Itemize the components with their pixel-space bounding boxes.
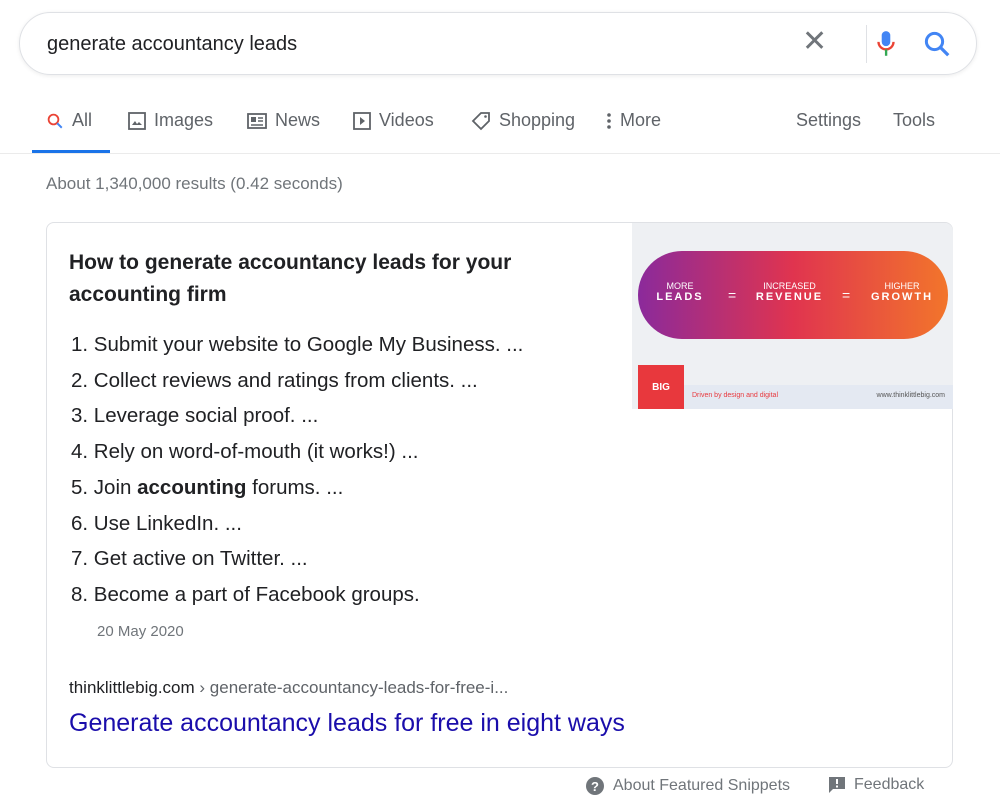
- microphone-icon[interactable]: [872, 29, 900, 59]
- tab-label: Shopping: [499, 110, 576, 130]
- feedback-button[interactable]: Feedback: [828, 776, 924, 794]
- list-item: 6. Use LinkedIn. ...: [71, 511, 242, 535]
- settings-link[interactable]: Settings: [796, 110, 861, 131]
- svg-text:?: ?: [591, 779, 599, 794]
- snippet-list: 1. Submit your website to Google My Busi…: [71, 327, 523, 613]
- tab-shopping[interactable]: Shopping: [471, 110, 575, 131]
- feedback-label: Feedback: [854, 776, 925, 793]
- featured-snippet: How to generate accountancy leads for yo…: [46, 222, 953, 768]
- image-text: =: [728, 287, 737, 303]
- about-label: About Featured Snippets: [613, 777, 791, 794]
- list-item: 3. Leverage social proof. ...: [71, 404, 319, 428]
- list-item: 2. Collect reviews and ratings from clie…: [71, 368, 478, 392]
- tab-label: All: [72, 110, 93, 130]
- list-item: 1. Submit your website to Google My Busi…: [71, 333, 524, 356]
- result-link[interactable]: Generate accountancy leads for free in e…: [69, 709, 625, 738]
- tag-icon: [471, 111, 490, 130]
- logo: BIG: [638, 365, 684, 409]
- image-text: MORE LEADS: [656, 281, 704, 303]
- result-url: thinklittlebig.com › generate-accountanc…: [69, 678, 509, 697]
- list-item: 7. Get active on Twitter. ...: [71, 547, 308, 571]
- tab-images[interactable]: Images: [128, 110, 213, 131]
- news-icon: [247, 112, 267, 129]
- search-bar[interactable]: generate accountancy leads ✕: [19, 12, 977, 75]
- list-item: 4. Rely on word-of-mouth (it works!) ...: [71, 440, 419, 464]
- play-icon: [353, 111, 371, 130]
- more-vert-icon: [607, 112, 611, 129]
- about-featured-snippets[interactable]: ? About Featured Snippets: [585, 776, 790, 796]
- tab-label: Images: [154, 110, 214, 130]
- snippet-image[interactable]: MORE LEADS = INCREASED REVENUE = HIGHER GRO…: [632, 223, 953, 409]
- clear-icon[interactable]: ✕: [802, 27, 827, 57]
- tab-videos[interactable]: Videos: [353, 110, 434, 131]
- image-text: =: [842, 287, 851, 303]
- search-tabs: All Images News Videos Shopping More Set…: [0, 100, 1000, 154]
- snippet-date: 20 May 2020: [97, 623, 184, 640]
- tab-label: Videos: [379, 110, 434, 130]
- list-item: 5. Join accounting forums. ...: [71, 475, 344, 499]
- tab-all[interactable]: All: [46, 110, 92, 131]
- divider: [866, 25, 867, 63]
- active-tab-indicator: [32, 150, 110, 153]
- tab-more[interactable]: More: [606, 110, 661, 131]
- image-text: INCREASED REVENUE: [755, 281, 824, 303]
- feedback-icon: [829, 777, 845, 793]
- image-footer: Driven by design and digital www.thinklit…: [684, 385, 953, 409]
- search-icon: [47, 113, 63, 128]
- tab-news[interactable]: News: [247, 110, 320, 131]
- tab-label: News: [275, 110, 321, 130]
- snippet-title: How to generate accountancy leads for yo…: [69, 251, 512, 306]
- list-item: 8. Become a part of Facebook groups.: [71, 582, 420, 606]
- image-icon: [128, 111, 146, 130]
- tools-link[interactable]: Tools: [893, 110, 935, 131]
- tab-label: More: [620, 110, 662, 130]
- search-input[interactable]: generate accountancy leads: [47, 33, 297, 56]
- result-stats: About 1,340,000 results (0.42 seconds): [46, 174, 343, 193]
- help-icon: ?: [586, 777, 604, 795]
- search-icon[interactable]: [922, 29, 952, 59]
- image-text: HIGHER GROWTH: [870, 281, 934, 303]
